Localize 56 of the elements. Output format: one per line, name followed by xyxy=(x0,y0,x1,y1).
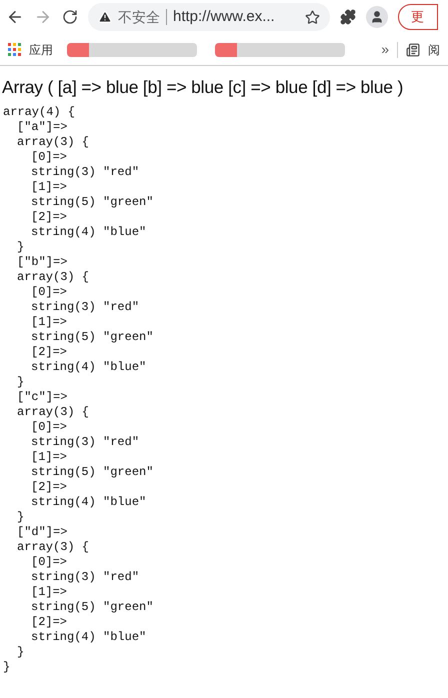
apps-grid-icon[interactable] xyxy=(8,43,21,56)
code-line: string(5) "green" xyxy=(31,600,154,615)
reading-list-icon[interactable] xyxy=(406,42,420,56)
code-line: string(4) "blue" xyxy=(31,630,148,645)
address-bar[interactable]: 不安全 http://www.ex... xyxy=(88,3,330,31)
code-line: string(4) "blue" xyxy=(31,225,148,240)
code-line: string(3) "red" xyxy=(31,570,140,585)
code-line: [0]=> xyxy=(31,555,68,570)
code-line: [2]=> xyxy=(31,210,68,225)
code-line: [2]=> xyxy=(31,480,68,495)
reading-list-label[interactable]: 阅 xyxy=(428,40,440,58)
code-line: [0]=> xyxy=(31,150,68,165)
code-line: array(4) { xyxy=(3,105,76,120)
code-line: string(3) "red" xyxy=(31,300,140,315)
code-line: } xyxy=(17,375,26,390)
blurred-bookmark[interactable] xyxy=(67,42,197,56)
update-button[interactable]: 更 xyxy=(398,4,438,30)
code-line: } xyxy=(17,510,26,525)
url-text: http://www.ex... xyxy=(173,6,276,27)
code-line: ["d"]=> xyxy=(17,525,68,540)
code-line: string(3) "red" xyxy=(31,435,140,450)
code-line: [1]=> xyxy=(31,180,68,195)
code-line: string(4) "blue" xyxy=(31,360,148,375)
code-line: } xyxy=(17,645,26,660)
print-r-output: Array ( [a] => blue [b] => blue [c] => blue [d] => blue ) xyxy=(1,76,404,96)
code-line: [0]=> xyxy=(31,285,68,300)
reload-icon[interactable] xyxy=(62,9,78,25)
back-icon[interactable] xyxy=(6,8,24,26)
apps-label[interactable]: 应用 xyxy=(29,40,53,58)
code-line: ["b"]=> xyxy=(17,255,68,270)
code-line: [0]=> xyxy=(31,420,68,435)
code-line: array(3) { xyxy=(17,135,90,150)
code-line: array(3) { xyxy=(17,405,90,420)
code-line: [1]=> xyxy=(31,585,68,600)
code-line: [1]=> xyxy=(31,450,68,465)
security-label: 不安全 xyxy=(118,8,160,26)
code-line: } xyxy=(3,660,12,675)
warning-icon xyxy=(98,10,112,24)
code-line: } xyxy=(17,240,26,255)
code-line: ["a"]=> xyxy=(17,120,68,135)
blurred-bookmark[interactable] xyxy=(215,42,345,56)
code-line: array(3) { xyxy=(17,270,90,285)
code-line: string(5) "green" xyxy=(31,465,154,480)
code-line: string(3) "red" xyxy=(31,165,140,180)
extensions-icon[interactable] xyxy=(340,9,356,25)
code-line: string(4) "blue" xyxy=(31,495,148,510)
code-line: [2]=> xyxy=(31,615,68,630)
code-line: [1]=> xyxy=(31,315,68,330)
code-line: string(5) "green" xyxy=(31,195,154,210)
code-line: array(3) { xyxy=(17,540,90,555)
code-line: [2]=> xyxy=(31,345,68,360)
code-line: string(5) "green" xyxy=(31,330,154,345)
star-icon[interactable] xyxy=(305,10,320,24)
profile-avatar[interactable] xyxy=(366,6,388,28)
more-bookmarks[interactable]: » xyxy=(381,39,389,60)
code-line: ["c"]=> xyxy=(17,390,68,405)
